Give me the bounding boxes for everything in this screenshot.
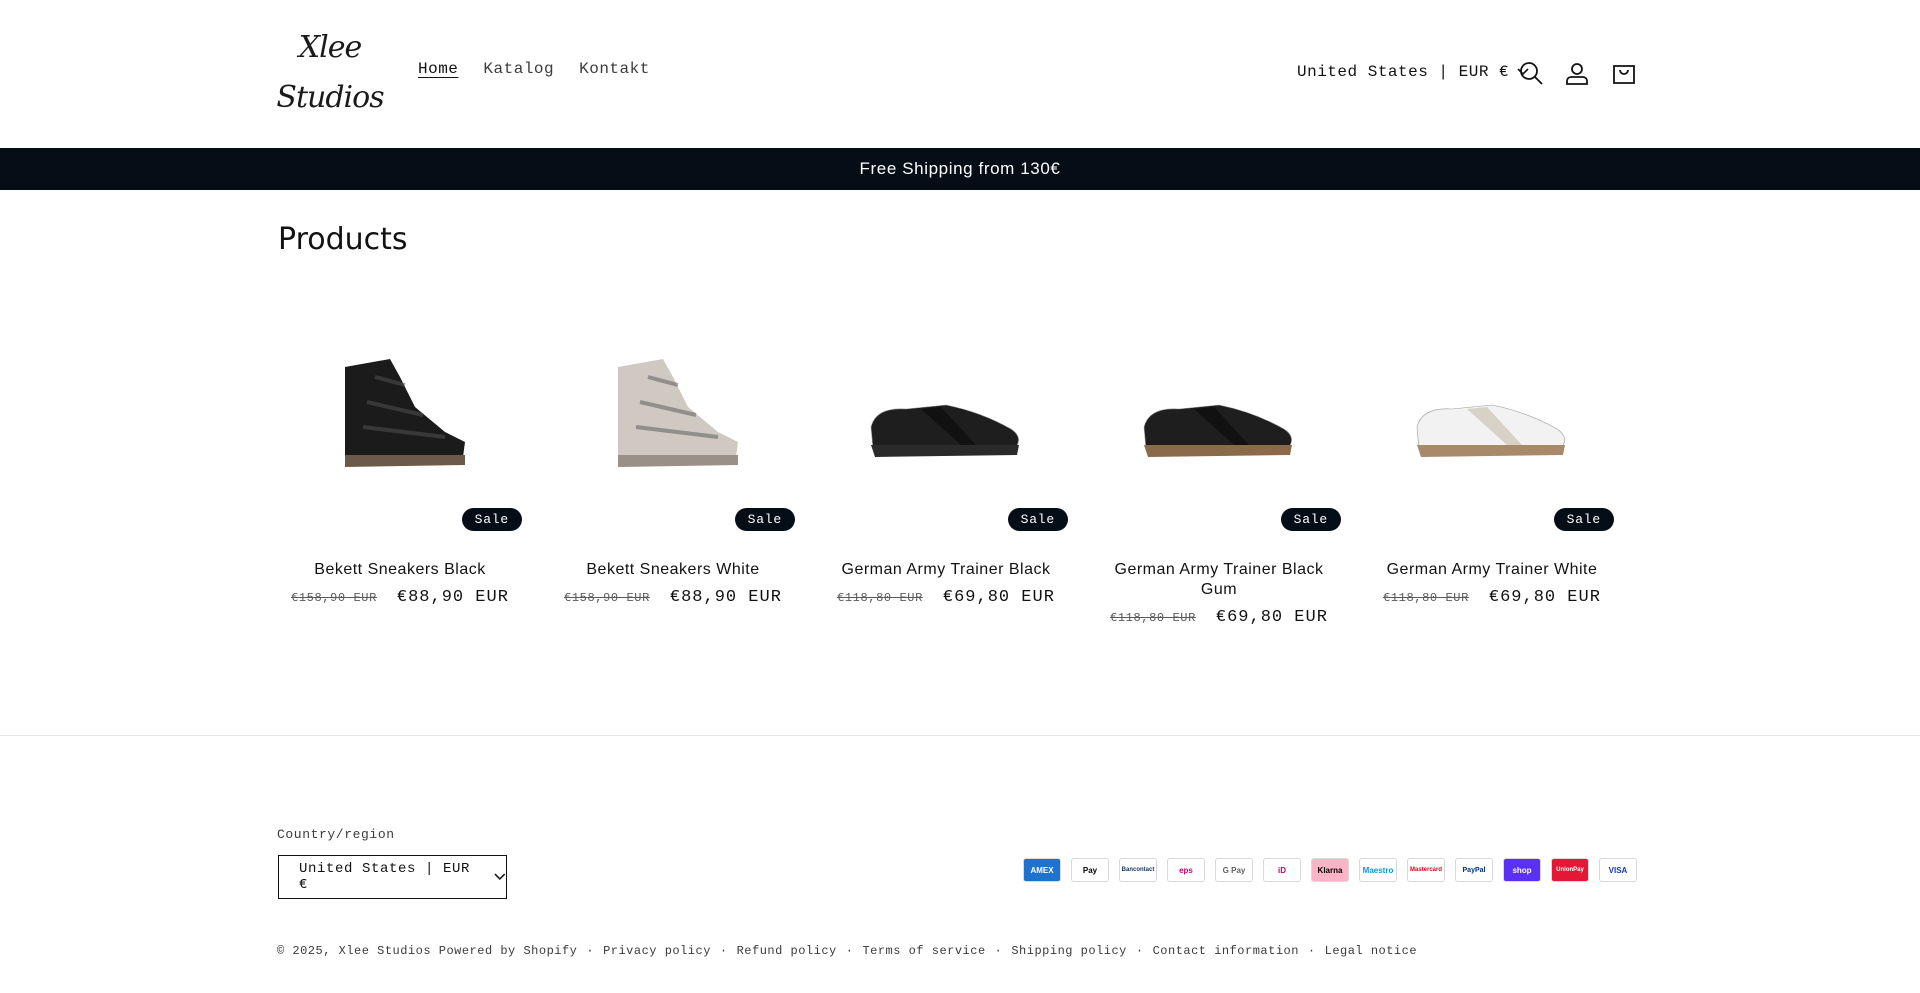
separator: · xyxy=(845,944,854,958)
product-image-container[interactable]: Sale xyxy=(278,290,522,534)
regular-price: €158,90 EUR xyxy=(564,591,650,605)
footer-divider xyxy=(0,735,1920,736)
separator: · xyxy=(994,944,1003,958)
section-title: Products xyxy=(278,222,408,257)
privacy-policy-link[interactable]: Privacy policy xyxy=(603,944,711,958)
store-logo[interactable]: Xlee Studios xyxy=(276,22,384,124)
product-prices: €158,90 EUR €88,90 EUR xyxy=(278,588,522,607)
separator: · xyxy=(1135,944,1144,958)
sale-price: €69,80 EUR xyxy=(942,588,1055,607)
product-title[interactable]: German Army Trainer Black xyxy=(824,560,1068,580)
powered-by-link[interactable]: Powered by Shopify xyxy=(439,944,578,958)
main-nav: Home Katalog Kontakt xyxy=(418,60,675,78)
sale-price: €69,80 EUR xyxy=(1488,588,1601,607)
search-icon[interactable] xyxy=(1518,60,1544,86)
product-card[interactable]: Sale German Army Trainer Black Gum €118,… xyxy=(1097,290,1341,627)
product-image-container[interactable]: Sale xyxy=(1097,290,1341,534)
separator: · xyxy=(719,944,728,958)
sale-badge: Sale xyxy=(461,508,522,531)
refund-policy-link[interactable]: Refund policy xyxy=(737,944,837,958)
product-title[interactable]: German Army Trainer White xyxy=(1370,560,1614,580)
legal-notice-link[interactable]: Legal notice xyxy=(1325,944,1417,958)
id-payment-icon: iD xyxy=(1263,858,1301,882)
locale-selector[interactable]: United States | EUR € xyxy=(1297,63,1529,81)
product-image-container[interactable]: Sale xyxy=(824,290,1068,534)
footer-copyright: © 2025, Xlee Studios Powered by Shopify … xyxy=(277,944,1417,958)
product-prices: €118,80 EUR €69,80 EUR xyxy=(1370,588,1614,607)
regular-price: €118,80 EUR xyxy=(837,591,923,605)
maestro-payment-icon: Maestro xyxy=(1359,858,1397,882)
store-link[interactable]: Xlee Studios xyxy=(339,944,431,958)
eps-payment-icon: eps xyxy=(1167,858,1205,882)
payment-icons: AMEX Pay Bancontact eps G Pay iD Klarna Maestro… xyxy=(1023,858,1637,882)
terms-of-service-link[interactable]: Terms of service xyxy=(862,944,985,958)
separator: · xyxy=(1307,944,1316,958)
pay-payment-icon: Pay xyxy=(1071,858,1109,882)
sale-price: €88,90 EUR xyxy=(396,588,509,607)
logo-line1: Xlee xyxy=(298,30,362,65)
sale-badge: Sale xyxy=(1007,508,1068,531)
regular-price: €118,80 EUR xyxy=(1110,611,1196,625)
regular-price: €118,80 EUR xyxy=(1383,591,1469,605)
nav-katalog[interactable]: Katalog xyxy=(483,60,554,78)
product-image-container[interactable]: Sale xyxy=(1370,290,1614,534)
copyright-text: © 2025, xyxy=(277,944,331,958)
product-image-container[interactable]: Sale xyxy=(551,290,795,534)
product-title[interactable]: Bekett Sneakers Black xyxy=(278,560,522,580)
product-prices: €158,90 EUR €88,90 EUR xyxy=(551,588,795,607)
product-image xyxy=(1416,404,1565,457)
logo-line2: Studios xyxy=(276,80,384,115)
amex-payment-icon: AMEX xyxy=(1023,858,1061,882)
regular-price: €158,90 EUR xyxy=(291,591,377,605)
sale-badge: Sale xyxy=(1553,508,1614,531)
country-value: United States | EUR € xyxy=(299,861,471,893)
visa-payment-icon: VISA xyxy=(1599,858,1637,882)
site-header: Xlee Studios Home Katalog Kontakt United… xyxy=(0,0,1920,148)
separator: · xyxy=(586,944,595,958)
paypal-payment-icon: PayPal xyxy=(1455,858,1493,882)
g-pay-payment-icon: G Pay xyxy=(1215,858,1253,882)
product-prices: €118,80 EUR €69,80 EUR xyxy=(1097,608,1341,627)
country-label: Country/region xyxy=(277,827,395,842)
sale-badge: Sale xyxy=(734,508,795,531)
nav-home[interactable]: Home xyxy=(418,60,458,78)
nav-kontakt[interactable]: Kontakt xyxy=(579,60,650,78)
product-title[interactable]: Bekett Sneakers White xyxy=(551,560,795,580)
product-grid: Sale Bekett Sneakers Black €158,90 EUR €… xyxy=(278,290,1633,627)
product-card[interactable]: Sale German Army Trainer White €118,80 E… xyxy=(1370,290,1614,627)
product-card[interactable]: Sale German Army Trainer Black €118,80 E… xyxy=(824,290,1068,627)
product-image xyxy=(1143,404,1292,457)
account-icon[interactable] xyxy=(1564,60,1590,86)
sale-price: €69,80 EUR xyxy=(1215,608,1328,627)
product-prices: €118,80 EUR €69,80 EUR xyxy=(824,588,1068,607)
cart-icon[interactable] xyxy=(1611,60,1637,86)
sale-badge: Sale xyxy=(1280,508,1341,531)
bancontact-payment-icon: Bancontact xyxy=(1119,858,1157,882)
shipping-policy-link[interactable]: Shipping policy xyxy=(1011,944,1127,958)
product-card[interactable]: Sale Bekett Sneakers Black €158,90 EUR €… xyxy=(278,290,522,627)
product-image xyxy=(345,359,465,467)
shop-payment-icon: shop xyxy=(1503,858,1541,882)
klarna-payment-icon: Klarna xyxy=(1311,858,1349,882)
chevron-down-icon xyxy=(494,873,506,881)
announcement-text: Free Shipping from 130€ xyxy=(859,159,1061,178)
mastercard-payment-icon: Mastercard xyxy=(1407,858,1445,882)
announcement-bar: Free Shipping from 130€ xyxy=(0,148,1920,190)
product-image xyxy=(618,359,738,467)
sale-price: €88,90 EUR xyxy=(669,588,782,607)
country-selector[interactable]: United States | EUR € xyxy=(278,855,507,899)
contact-information-link[interactable]: Contact information xyxy=(1153,944,1299,958)
product-image xyxy=(870,404,1019,457)
product-title[interactable]: German Army Trainer Black Gum xyxy=(1097,560,1341,600)
product-card[interactable]: Sale Bekett Sneakers White €158,90 EUR €… xyxy=(551,290,795,627)
unionpay-payment-icon: UnionPay xyxy=(1551,858,1589,882)
locale-label: United States | EUR € xyxy=(1297,63,1510,81)
